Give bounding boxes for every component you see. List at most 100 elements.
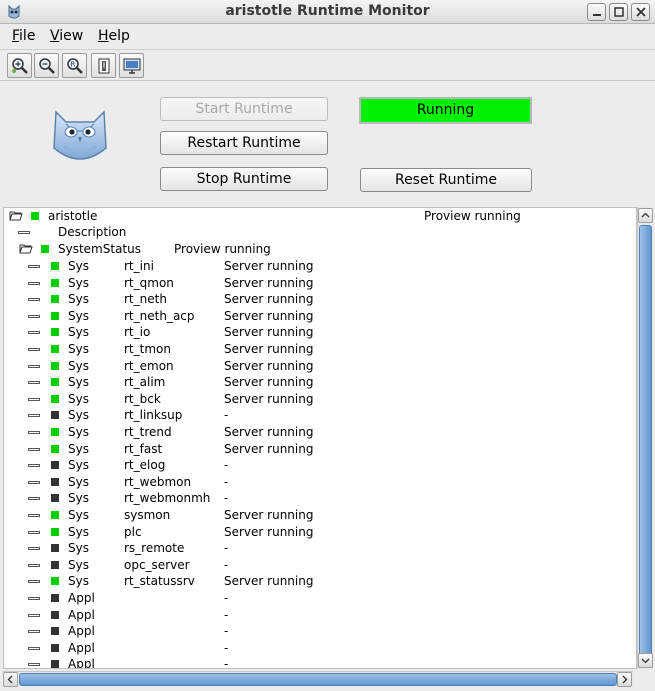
- horizontal-scroll-thumb[interactable]: [19, 673, 617, 686]
- tree-row-server[interactable]: Sys rt_io Server running: [4, 324, 636, 340]
- tree-row-description[interactable]: Description: [4, 224, 636, 240]
- scroll-left-button[interactable]: [3, 672, 18, 687]
- tree-row-server[interactable]: Sys rt_bck Server running: [4, 391, 636, 407]
- start-runtime-button[interactable]: Start Runtime: [160, 97, 328, 121]
- owl-logo-icon: [53, 110, 107, 160]
- status-indicator-icon: [51, 660, 59, 668]
- open-object-button[interactable]: [91, 53, 116, 78]
- tree-row-server[interactable]: Sys rt_ini Server running: [4, 258, 636, 274]
- close-button[interactable]: [631, 3, 650, 21]
- server-group: Sys: [68, 508, 89, 522]
- server-status: -: [224, 591, 229, 605]
- server-group: Sys: [68, 491, 89, 506]
- tree-row-root[interactable]: aristotle Proview running: [4, 208, 636, 224]
- server-group: Sys: [68, 342, 89, 356]
- scroll-right-button[interactable]: [617, 672, 632, 687]
- server-name: rs_remote: [124, 541, 185, 556]
- leaf-icon: [28, 364, 40, 368]
- minimize-button[interactable]: [587, 3, 606, 21]
- tree-row-server[interactable]: Sys rt_neth Server running: [4, 291, 636, 307]
- server-group: Sys: [68, 358, 89, 373]
- leaf-icon: [28, 597, 40, 600]
- tree-row-server[interactable]: Appl -: [4, 590, 636, 606]
- menu-view[interactable]: View: [50, 28, 83, 44]
- zoom-out-icon: [38, 58, 55, 74]
- server-status: Server running: [224, 292, 314, 307]
- tree-row-server[interactable]: Sys rt_neth_acp Server running: [4, 308, 636, 324]
- tree-row-server[interactable]: Sys opc_server -: [4, 557, 636, 573]
- tree-row-server[interactable]: Sys rt_qmon Server running: [4, 275, 636, 291]
- server-group: Sys: [68, 375, 89, 390]
- reset-runtime-button[interactable]: Reset Runtime: [360, 168, 532, 192]
- server-status: -: [224, 607, 229, 622]
- tree-row-server[interactable]: Sys rt_trend Server running: [4, 424, 636, 440]
- status-indicator-icon: [51, 627, 59, 636]
- tree-row-server[interactable]: Sys rs_remote -: [4, 540, 636, 556]
- tree-row-server[interactable]: Appl -: [4, 623, 636, 639]
- zoom-reset-button[interactable]: R: [62, 53, 87, 78]
- leaf-icon: [28, 348, 40, 351]
- server-group: Sys: [68, 308, 89, 323]
- leaf-icon: [28, 464, 40, 468]
- status-indicator-icon: [51, 477, 59, 486]
- status-indicator-icon: [51, 560, 59, 569]
- scroll-up-button[interactable]: [638, 208, 653, 223]
- server-name: rt_fast: [124, 441, 163, 456]
- status-indicator-icon: [51, 428, 59, 436]
- server-status: Server running: [224, 275, 314, 290]
- tree-row-server[interactable]: Appl -: [4, 656, 636, 669]
- leaf-icon: [28, 431, 40, 434]
- stop-runtime-button[interactable]: Stop Runtime: [160, 167, 328, 191]
- tree-row-server[interactable]: Sys rt_webmon -: [4, 474, 636, 490]
- scroll-down-button[interactable]: [638, 653, 653, 668]
- restart-runtime-button[interactable]: Restart Runtime: [160, 131, 328, 155]
- tree-row-server[interactable]: Appl -: [4, 607, 636, 623]
- server-group: Sys: [68, 408, 89, 423]
- leaf-icon: [28, 580, 40, 584]
- monitor-icon: [123, 58, 140, 74]
- open-folder-icon: [19, 244, 33, 254]
- status-indicator-icon: [51, 361, 59, 370]
- tree-row-server[interactable]: Sys rt_tmon Server running: [4, 341, 636, 357]
- server-group: Sys: [68, 574, 89, 589]
- tree-row-server[interactable]: Appl -: [4, 640, 636, 656]
- status-indicator-icon: [51, 311, 59, 320]
- zoom-in-button[interactable]: [7, 53, 32, 78]
- status-indicator-icon: [51, 444, 59, 453]
- menu-help[interactable]: Help: [98, 28, 130, 44]
- tree-row-server[interactable]: Sys sysmon Server running: [4, 507, 636, 523]
- tree-row-server[interactable]: Sys rt_emon Server running: [4, 358, 636, 374]
- status-indicator-icon: [51, 594, 59, 602]
- tree-node-label: Description: [58, 225, 127, 239]
- leaf-icon: [28, 613, 40, 617]
- vertical-scrollbar[interactable]: [637, 207, 653, 669]
- status-indicator-icon: [51, 577, 59, 586]
- runtime-status-indicator: Running: [359, 97, 532, 124]
- chevron-left-icon: [7, 675, 13, 684]
- tree-row-systemstatus[interactable]: SystemStatus Proview running: [4, 241, 636, 257]
- chevron-right-icon: [622, 675, 628, 684]
- server-name: rt_webmonmh: [124, 491, 211, 506]
- leaf-icon: [28, 514, 40, 517]
- menu-file[interactable]: File: [12, 28, 35, 44]
- server-status: Server running: [224, 524, 314, 539]
- server-group: Sys: [68, 458, 89, 473]
- tree-row-server[interactable]: Sys rt_elog -: [4, 457, 636, 473]
- server-group: Appl: [68, 657, 95, 669]
- tree-row-server[interactable]: Sys rt_fast Server running: [4, 441, 636, 457]
- horizontal-scrollbar[interactable]: [3, 671, 633, 687]
- zoom-out-button[interactable]: [34, 53, 59, 78]
- tree-node-status: Proview running: [424, 209, 521, 223]
- tree-row-server[interactable]: Sys rt_webmonmh -: [4, 490, 636, 506]
- tree-row-server[interactable]: Sys plc Server running: [4, 524, 636, 540]
- tree-row-server[interactable]: Sys rt_alim Server running: [4, 374, 636, 390]
- server-name: opc_server: [124, 557, 190, 572]
- server-name: sysmon: [124, 508, 171, 522]
- server-status: Server running: [224, 508, 314, 522]
- tree-row-server[interactable]: Sys rt_statussrv Server running: [4, 573, 636, 589]
- monitor-button[interactable]: [119, 53, 144, 78]
- maximize-button[interactable]: [609, 3, 628, 21]
- tree-row-server[interactable]: Sys rt_linksup -: [4, 407, 636, 423]
- server-group: Sys: [68, 325, 89, 340]
- vertical-scroll-thumb[interactable]: [639, 225, 652, 668]
